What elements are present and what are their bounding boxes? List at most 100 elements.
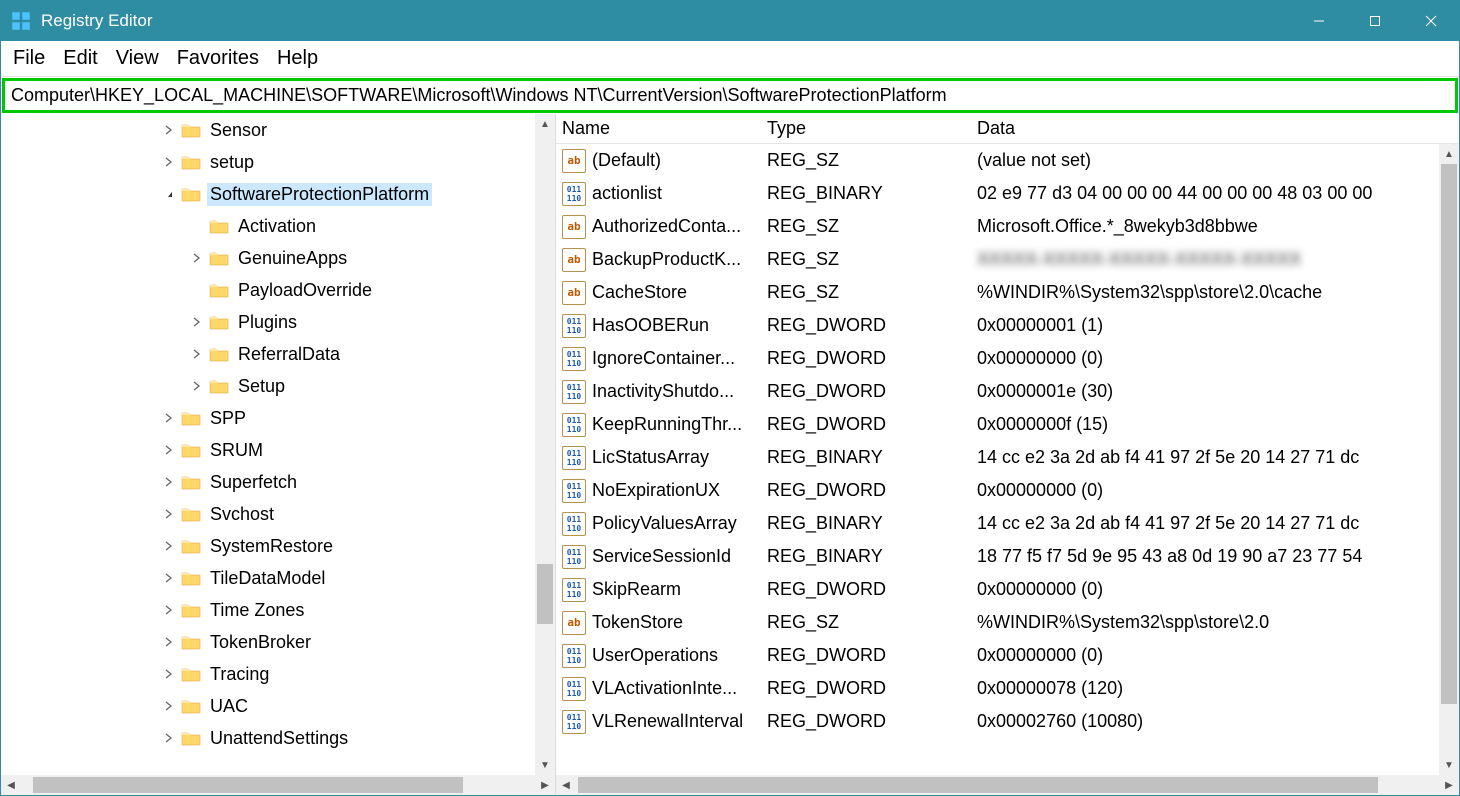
scroll-up-arrow[interactable]: ▲ — [1439, 144, 1459, 164]
expand-icon[interactable] — [161, 154, 177, 170]
scroll-thumb[interactable] — [578, 777, 1378, 793]
tree-item[interactable]: PayloadOverride — [1, 274, 555, 306]
expand-icon[interactable] — [161, 442, 177, 458]
list-row[interactable]: 011 110SkipRearmREG_DWORD0x00000000 (0) — [556, 573, 1459, 606]
list-row[interactable]: abCacheStoreREG_SZ%WINDIR%\System32\spp\… — [556, 276, 1459, 309]
scroll-right-arrow[interactable]: ▶ — [1439, 775, 1459, 795]
folder-icon — [181, 538, 201, 554]
tree-item[interactable]: setup — [1, 146, 555, 178]
value-data: (value not set) — [977, 150, 1459, 171]
expand-icon[interactable] — [161, 698, 177, 714]
expand-icon[interactable] — [161, 570, 177, 586]
value-name: actionlist — [592, 183, 767, 204]
list-vertical-scrollbar[interactable]: ▲ ▼ — [1439, 144, 1459, 775]
scroll-thumb[interactable] — [33, 777, 463, 793]
list-row[interactable]: abTokenStoreREG_SZ%WINDIR%\System32\spp\… — [556, 606, 1459, 639]
expand-icon[interactable] — [161, 410, 177, 426]
value-type: REG_DWORD — [767, 645, 977, 666]
expand-icon[interactable] — [161, 634, 177, 650]
scroll-left-arrow[interactable]: ◀ — [1, 775, 21, 795]
expand-icon[interactable] — [161, 506, 177, 522]
close-button[interactable] — [1403, 1, 1459, 41]
tree-horizontal-scrollbar[interactable]: ◀ ▶ — [1, 775, 555, 795]
tree-item[interactable]: SystemRestore — [1, 530, 555, 562]
address-input[interactable] — [11, 85, 1449, 106]
tree-item[interactable]: Setup — [1, 370, 555, 402]
list-row[interactable]: abBackupProductK...REG_SZXXXXX-XXXXX-XXX… — [556, 243, 1459, 276]
tree-item[interactable]: Time Zones — [1, 594, 555, 626]
maximize-button[interactable] — [1347, 1, 1403, 41]
minimize-button[interactable] — [1291, 1, 1347, 41]
column-type[interactable]: Type — [767, 118, 977, 139]
scroll-right-arrow[interactable]: ▶ — [535, 775, 555, 795]
expand-icon[interactable] — [161, 538, 177, 554]
scroll-thumb[interactable] — [1441, 164, 1457, 704]
scroll-thumb[interactable] — [537, 564, 553, 624]
expand-icon[interactable] — [161, 666, 177, 682]
folder-icon — [209, 218, 229, 234]
list-row[interactable]: 011 110LicStatusArrayREG_BINARY14 cc e2 … — [556, 441, 1459, 474]
scroll-left-arrow[interactable]: ◀ — [556, 775, 576, 795]
tree-vertical-scrollbar[interactable]: ▲ ▼ — [535, 114, 555, 775]
collapse-icon[interactable] — [161, 186, 177, 202]
value-type: REG_BINARY — [767, 183, 977, 204]
scroll-down-arrow[interactable]: ▼ — [535, 755, 555, 775]
list-header[interactable]: Name Type Data — [556, 114, 1459, 144]
column-name[interactable]: Name — [562, 118, 767, 139]
list-row[interactable]: 011 110HasOOBERunREG_DWORD0x00000001 (1) — [556, 309, 1459, 342]
value-name: TokenStore — [592, 612, 767, 633]
tree-pane[interactable]: Sensor setupSoftwareProtectionPlatformAct… — [1, 114, 555, 775]
scroll-down-arrow[interactable]: ▼ — [1439, 755, 1459, 775]
menu-help[interactable]: Help — [275, 45, 320, 72]
tree-item[interactable]: Tracing — [1, 658, 555, 690]
list-pane[interactable]: ab(Default)REG_SZ(value not set)011 110a… — [556, 144, 1459, 775]
column-data[interactable]: Data — [977, 118, 1459, 139]
tree-item-label: Sensor — [207, 119, 270, 142]
list-row[interactable]: 011 110VLActivationInte...REG_DWORD0x000… — [556, 672, 1459, 705]
menu-view[interactable]: View — [114, 45, 161, 72]
tree-item[interactable]: SoftwareProtectionPlatform — [1, 178, 555, 210]
list-row[interactable]: 011 110VLRenewalIntervalREG_DWORD0x00002… — [556, 705, 1459, 738]
list-row[interactable]: abAuthorizedConta...REG_SZMicrosoft.Offi… — [556, 210, 1459, 243]
tree-item[interactable]: ReferralData — [1, 338, 555, 370]
address-bar[interactable] — [2, 78, 1458, 113]
menu-favorites[interactable]: Favorites — [175, 45, 261, 72]
list-row[interactable]: 011 110NoExpirationUXREG_DWORD0x00000000… — [556, 474, 1459, 507]
expand-icon[interactable] — [189, 314, 205, 330]
string-value-icon: ab — [562, 611, 586, 635]
expand-icon[interactable] — [161, 602, 177, 618]
tree-item[interactable]: UnattendSettings — [1, 722, 555, 754]
tree-item[interactable]: GenuineApps — [1, 242, 555, 274]
value-type: REG_BINARY — [767, 546, 977, 567]
tree-item[interactable]: Activation — [1, 210, 555, 242]
tree-item[interactable]: Svchost — [1, 498, 555, 530]
list-row[interactable]: 011 110KeepRunningThr...REG_DWORD0x00000… — [556, 408, 1459, 441]
expand-icon[interactable] — [161, 474, 177, 490]
tree-item[interactable]: TokenBroker — [1, 626, 555, 658]
expand-icon[interactable] — [161, 730, 177, 746]
titlebar[interactable]: Registry Editor — [1, 1, 1459, 41]
tree-item[interactable]: SPP — [1, 402, 555, 434]
expand-icon[interactable] — [189, 250, 205, 266]
tree-item[interactable]: Plugins — [1, 306, 555, 338]
menu-file[interactable]: File — [11, 45, 47, 72]
list-row[interactable]: 011 110UserOperationsREG_DWORD0x00000000… — [556, 639, 1459, 672]
tree-item[interactable]: Superfetch — [1, 466, 555, 498]
list-row[interactable]: 011 110InactivityShutdo...REG_DWORD0x000… — [556, 375, 1459, 408]
list-row[interactable]: 011 110ServiceSessionIdREG_BINARY18 77 f… — [556, 540, 1459, 573]
string-value-icon: ab — [562, 149, 586, 173]
expand-icon[interactable] — [161, 122, 177, 138]
scroll-up-arrow[interactable]: ▲ — [535, 114, 555, 134]
tree-item[interactable]: SRUM — [1, 434, 555, 466]
tree-item[interactable]: Sensor — [1, 114, 555, 146]
menu-edit[interactable]: Edit — [61, 45, 99, 72]
list-row[interactable]: ab(Default)REG_SZ(value not set) — [556, 144, 1459, 177]
list-row[interactable]: 011 110actionlistREG_BINARY02 e9 77 d3 0… — [556, 177, 1459, 210]
list-row[interactable]: 011 110PolicyValuesArrayREG_BINARY14 cc … — [556, 507, 1459, 540]
tree-item[interactable]: UAC — [1, 690, 555, 722]
expand-icon[interactable] — [189, 346, 205, 362]
list-row[interactable]: 011 110IgnoreContainer...REG_DWORD0x0000… — [556, 342, 1459, 375]
expand-icon[interactable] — [189, 378, 205, 394]
list-horizontal-scrollbar[interactable]: ◀ ▶ — [556, 775, 1459, 795]
tree-item[interactable]: TileDataModel — [1, 562, 555, 594]
